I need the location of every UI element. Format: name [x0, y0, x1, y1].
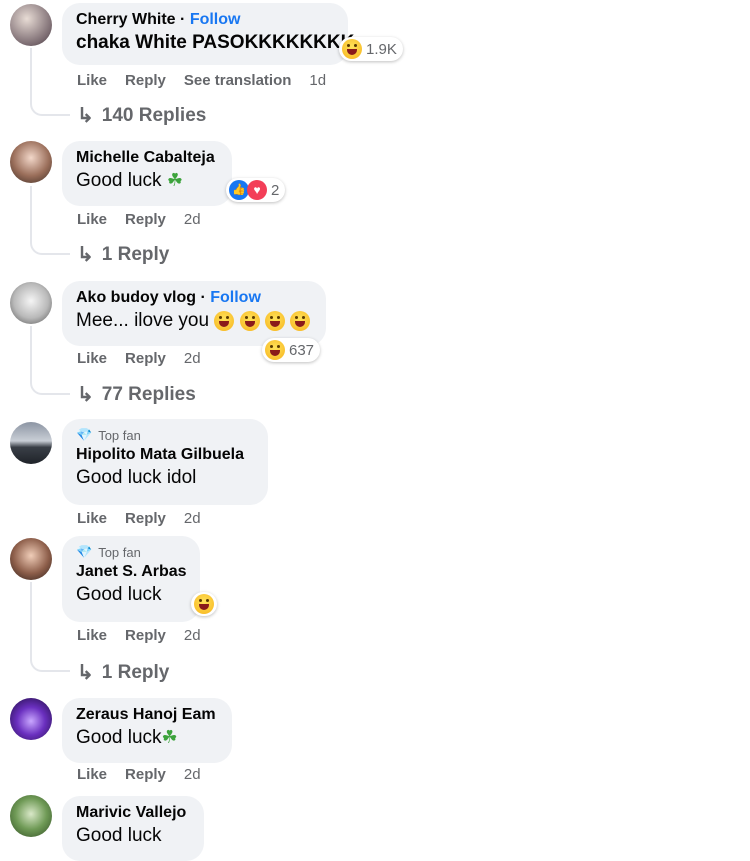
haha-emoji-icon: [194, 594, 214, 614]
view-replies-button[interactable]: ↳ 1 Reply: [77, 660, 169, 685]
comment-actions: Like Reply 2d: [77, 627, 201, 644]
like-button[interactable]: Like: [77, 766, 107, 783]
follow-button[interactable]: Follow: [190, 11, 241, 28]
author-name[interactable]: Hipolito Mata Gilbuela: [76, 446, 254, 464]
like-button[interactable]: Like: [77, 510, 107, 527]
four-leaf-clover-icon: ☘: [166, 170, 183, 190]
replies-label: 140 Replies: [101, 104, 207, 126]
see-translation-link[interactable]: See translation: [184, 72, 292, 89]
comment-bubble: Michelle Cabalteja Good luck ☘: [62, 141, 232, 206]
timestamp[interactable]: 2d: [184, 627, 201, 644]
reply-button[interactable]: Reply: [125, 211, 166, 228]
replies-label: 1 Reply: [101, 243, 170, 265]
reply-button[interactable]: Reply: [125, 510, 166, 527]
avatar[interactable]: [10, 538, 52, 580]
rofl-emoji-icon: [214, 310, 235, 331]
view-replies-button[interactable]: ↳ 140 Replies: [77, 103, 206, 128]
author-name[interactable]: Michelle Cabalteja: [76, 149, 218, 167]
comment-bubble: Zeraus Hanoj Eam Good luck☘: [62, 698, 232, 763]
reaction-summary[interactable]: 1.9K: [339, 37, 403, 61]
comment-text: Good luck: [76, 170, 162, 191]
separator-dot: ·: [200, 289, 206, 306]
comment-actions: Like Reply 2d: [77, 350, 201, 367]
author-name[interactable]: Marivic Vallejo: [76, 804, 190, 822]
author-name[interactable]: Zeraus Hanoj Eam: [76, 706, 218, 724]
reply-button[interactable]: Reply: [125, 766, 166, 783]
comment-text: chaka White PASOKKKKKKKK: [76, 32, 355, 53]
timestamp[interactable]: 2d: [184, 211, 201, 228]
like-reaction-icon: 👍: [229, 180, 249, 200]
separator-dot: ·: [180, 11, 186, 28]
diamond-icon: 💎: [76, 544, 93, 559]
timestamp[interactable]: 2d: [184, 350, 201, 367]
top-fan-badge: Top fan: [98, 544, 141, 560]
follow-button[interactable]: Follow: [210, 289, 261, 306]
comment-actions: Like Reply See translation 1d: [77, 72, 326, 89]
rofl-emoji-icon: [239, 310, 260, 331]
reply-arrow-icon: ↳: [77, 662, 94, 684]
thread-line: [30, 48, 70, 116]
reaction-count: 637: [289, 341, 315, 359]
reply-button[interactable]: Reply: [125, 72, 166, 89]
rofl-emoji-icon: [264, 310, 285, 331]
comment-bubble: Marivic Vallejo Good luck: [62, 796, 204, 861]
rofl-emoji-icon: [290, 310, 311, 331]
haha-emoji-icon: [265, 340, 285, 360]
like-button[interactable]: Like: [77, 627, 107, 644]
comment-bubble: Cherry White · Follow chaka White PASOKK…: [62, 3, 355, 65]
avatar[interactable]: [10, 141, 52, 183]
comment-actions: Like Reply 2d: [77, 510, 201, 527]
replies-label: 1 Reply: [101, 661, 170, 683]
view-replies-button[interactable]: ↳ 77 Replies: [77, 382, 196, 407]
reply-button[interactable]: Reply: [125, 627, 166, 644]
author-name[interactable]: Janet S. Arbas: [76, 563, 187, 581]
view-replies-button[interactable]: ↳ 1 Reply: [77, 242, 169, 267]
reaction-count: 1.9K: [366, 40, 397, 58]
comment-bubble: 💎 Top fan Hipolito Mata Gilbuela Good lu…: [62, 419, 268, 505]
like-button[interactable]: Like: [77, 211, 107, 228]
comment-text: Mee... ilove you: [76, 310, 210, 331]
comment-bubble: Ako budoy vlog · Follow Mee... ilove you: [62, 281, 326, 346]
like-button[interactable]: Like: [77, 72, 107, 89]
reply-button[interactable]: Reply: [125, 350, 166, 367]
timestamp[interactable]: 1d: [309, 72, 326, 89]
comment-text: Good luck: [76, 584, 162, 605]
avatar[interactable]: [10, 4, 52, 46]
comment-actions: Like Reply 2d: [77, 211, 201, 228]
reply-arrow-icon: ↳: [77, 105, 94, 127]
avatar[interactable]: [10, 698, 52, 740]
reaction-summary[interactable]: [191, 592, 217, 616]
love-reaction-icon: ♥: [247, 180, 267, 200]
like-button[interactable]: Like: [77, 350, 107, 367]
four-leaf-clover-icon: ☘: [161, 727, 178, 747]
avatar[interactable]: [10, 422, 52, 464]
reaction-summary[interactable]: 637: [262, 338, 321, 362]
timestamp[interactable]: 2d: [184, 766, 201, 783]
avatar[interactable]: [10, 795, 52, 837]
author-name[interactable]: Ako budoy vlog: [76, 289, 196, 306]
comment-text: Good luck: [76, 727, 162, 748]
comment-text: Good luck idol: [76, 467, 197, 488]
reaction-summary[interactable]: 👍 ♥ 2: [226, 178, 286, 202]
diamond-icon: 💎: [76, 427, 93, 442]
replies-label: 77 Replies: [101, 383, 196, 405]
comment-actions: Like Reply 2d: [77, 766, 201, 783]
reply-arrow-icon: ↳: [77, 384, 94, 406]
avatar[interactable]: [10, 282, 52, 324]
timestamp[interactable]: 2d: [184, 510, 201, 527]
top-fan-badge: Top fan: [98, 427, 141, 443]
author-name[interactable]: Cherry White: [76, 11, 176, 28]
comment-bubble: 💎 Top fan Janet S. Arbas Good luck: [62, 536, 200, 622]
haha-emoji-icon: [342, 39, 362, 59]
comment-text: Good luck: [76, 825, 162, 846]
reaction-count: 2: [271, 181, 280, 199]
reply-arrow-icon: ↳: [77, 244, 94, 266]
